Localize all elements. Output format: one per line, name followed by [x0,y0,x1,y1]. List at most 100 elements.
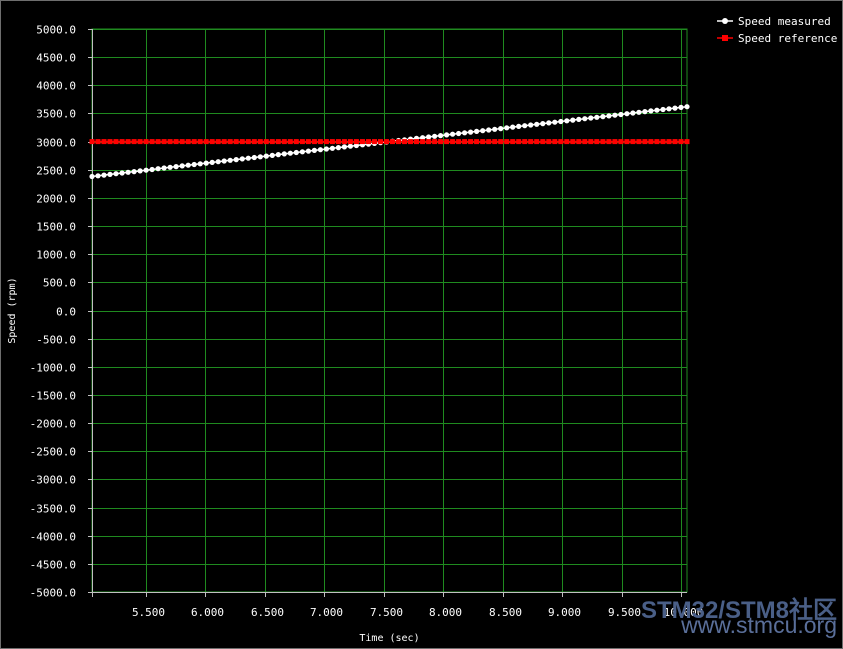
data-point [576,116,582,122]
y-tick-label: -3000.0 [30,474,76,487]
data-point [450,139,456,145]
data-point [618,111,624,118]
data-point [155,166,161,172]
data-point [161,165,167,171]
data-point [263,139,269,145]
data-point [251,139,257,145]
data-point [420,139,426,145]
data-point [540,121,546,127]
data-point [582,139,588,145]
data-point [642,139,648,145]
legend-item: Speed reference [717,32,837,45]
data-point [293,149,299,156]
data-point [281,139,287,145]
data-point [167,164,173,170]
data-point [299,139,305,145]
y-tick-label: 1000.0 [36,249,76,262]
data-point [492,139,498,145]
data-point [125,139,131,145]
data-point [558,118,564,125]
speed-chart: 5000.0 4500.0 4000.0 3500.0 3000.0 2500.0 2000… [7,15,837,644]
y-tick-label: -3500.0 [30,503,76,516]
data-point [173,139,179,145]
data-point [678,104,684,110]
data-point [528,122,534,128]
legend-label: Speed measured [738,15,831,28]
data-point [137,139,143,145]
y-tick-label: 2000.0 [36,193,76,206]
data-point [317,139,323,145]
data-point [257,154,263,160]
data-point [558,139,564,145]
data-point [534,139,540,145]
data-point [516,123,522,129]
data-point [666,106,672,112]
data-point [197,139,203,145]
data-point [582,116,588,122]
data-point [191,139,197,145]
data-point [678,139,684,145]
data-point [293,139,299,145]
data-point [486,139,492,145]
data-point [654,139,660,145]
data-point [215,139,221,145]
data-point [660,106,666,113]
data-point [636,139,642,145]
data-point [245,139,251,145]
data-point [654,107,660,113]
x-tick-label: 6.500 [251,606,284,619]
data-point [456,139,462,145]
y-tick-label: 4000.0 [36,80,76,93]
data-point [546,120,552,126]
data-point [161,139,167,145]
data-point [233,157,239,163]
y-tick-label: -500.0 [36,334,76,347]
data-point [498,139,504,145]
data-point [564,118,570,124]
data-point [167,139,173,145]
data-point [378,139,383,145]
data-point [311,139,317,145]
data-point [366,139,371,145]
data-point [684,104,690,110]
data-point [426,139,432,145]
data-point [107,139,113,145]
data-point [414,139,419,145]
data-point [510,124,516,130]
data-point [618,139,624,145]
chart-frame: 5000.0 4500.0 4000.0 3500.0 3000.0 2500.0 2000… [0,0,843,649]
x-tick-label: 7.500 [370,606,403,619]
watermark-url: www.stmcu.org [681,612,837,638]
data-point [323,146,329,152]
data-point [588,115,594,121]
data-point [209,159,215,165]
x-tick-label: 8.000 [429,606,462,619]
y-tick-label: -4500.0 [30,559,76,572]
data-point [119,170,125,176]
data-point [444,132,450,138]
data-point [179,163,185,169]
data-point [149,166,155,173]
y-tick-label: -2500.0 [30,446,76,459]
data-point [648,108,654,114]
data-point [311,147,317,153]
data-point [546,139,552,145]
data-point [347,143,353,149]
data-point [456,130,462,137]
data-point [510,139,516,145]
y-tick-label: -4000.0 [30,531,76,544]
data-point [179,139,185,145]
data-point [552,139,558,145]
x-axis-title: Time (sec) [359,633,419,644]
data-point [335,139,341,145]
data-point [329,139,335,145]
data-point [269,139,275,145]
legend-marker [722,35,728,41]
data-point [468,139,474,145]
data-point [299,149,305,155]
data-point [239,139,245,145]
y-tick-label: 3500.0 [36,108,76,121]
data-point [221,158,227,164]
data-point [263,153,269,159]
y-tick-label: 2500.0 [36,165,76,178]
